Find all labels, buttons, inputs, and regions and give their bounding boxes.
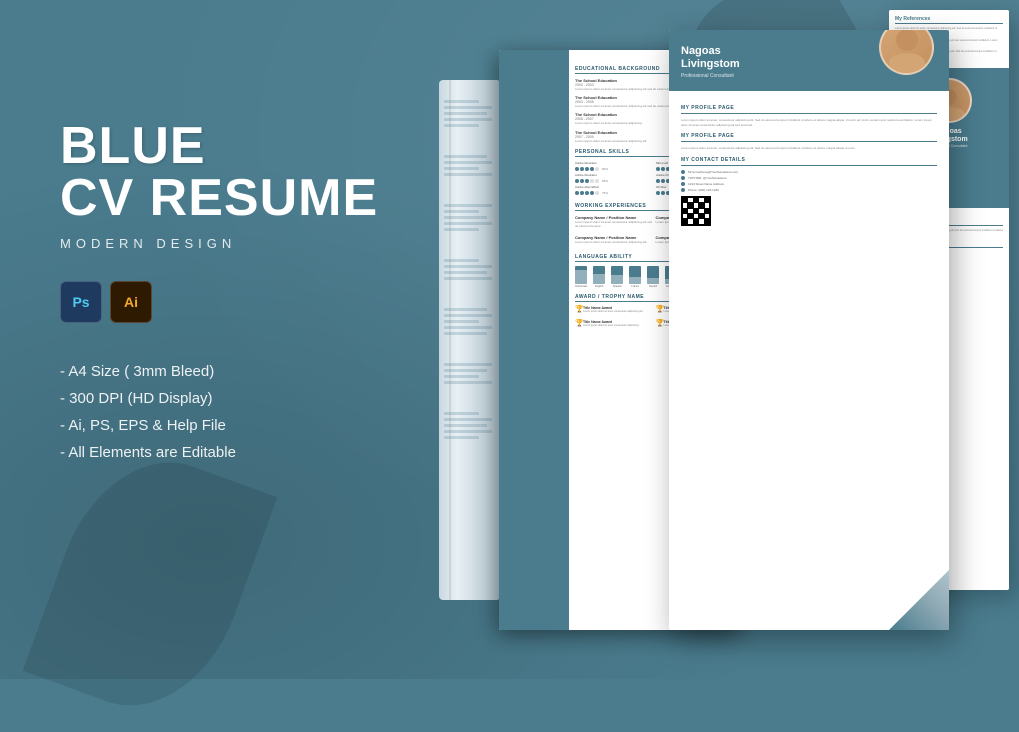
mockup-area: Educational Background The School Educat… (379, 0, 1019, 679)
skill-row-3: Adobe After Effect (575, 185, 652, 189)
award-3: 🏆 Title Name AwardLorem ipsum dolor sit … (575, 320, 653, 328)
skill-row-2: Adobe Illustrator (575, 173, 652, 177)
cv-contact-section: My Contact Details (681, 157, 937, 166)
cv-sidebar (499, 50, 569, 630)
software-badges: Ps Ai (60, 281, 378, 323)
cv-exp-1: Company Name / Position Name Lorem ipsum… (575, 215, 653, 228)
feature-item-3: - Ai, PS, EPS & Help File (60, 417, 378, 434)
roll-text-lines (439, 100, 499, 439)
skill-row-1: Adobe Illustrator (575, 161, 652, 165)
cv-page-right: NagoasLivingstom Professional Consultant… (669, 30, 949, 630)
cv-profile-section: My Profile Page (681, 105, 937, 114)
illustrator-badge: Ai (110, 281, 152, 323)
qr-code (681, 196, 711, 226)
leaf-shadow-bottom (23, 436, 278, 732)
subtitle: MODERN DESIGN (60, 236, 378, 251)
cv-name: NagoasLivingstom (681, 45, 872, 71)
contact-email: Mr.SomeName@YourNameHere.com (681, 170, 937, 174)
paper-roll (439, 80, 499, 600)
contact-twitter: TWITTER: @YourNameHere (681, 176, 937, 180)
award-1: 🏆 Title Name AwardLorem ipsum dolor sit … (575, 306, 653, 314)
paper-roll-inner (439, 80, 499, 600)
title-line2: CV RESUME (60, 172, 378, 224)
cv-right-inner: NagoasLivingstom Professional Consultant… (669, 30, 949, 630)
cv-right-header: NagoasLivingstom Professional Consultant (669, 30, 949, 91)
cv-job-title: Professional Consultant (681, 73, 872, 79)
contact-phone: Phone: (000) 124-1240 (681, 188, 937, 192)
references-title: My References (895, 16, 1003, 24)
feature-item-4: - All Elements are Editable (60, 444, 378, 461)
cv-profile-text-2: Lorem ipsum dolor sit amet, consectetur … (681, 146, 937, 151)
feature-item-1: - A4 Size ( 3mm Bleed) (60, 363, 378, 380)
photoshop-badge: Ps (60, 281, 102, 323)
title-line1: BLUE (60, 120, 378, 172)
cv-profile-section-2: My Profile Page (681, 133, 937, 142)
cv-exp-3: Company Name / Position Name Lorem ipsum… (575, 235, 653, 244)
left-content: BLUE CV RESUME MODERN DESIGN Ps Ai - A4 … (60, 120, 378, 461)
contact-address: 1234 Street Name Address (681, 182, 937, 186)
cv-profile-text: Lorem ipsum dolor sit amet, consectetur … (681, 118, 937, 127)
feature-item-2: - 300 DPI (HD Display) (60, 390, 378, 407)
features-list: - A4 Size ( 3mm Bleed) - 300 DPI (HD Dis… (60, 363, 378, 461)
cv-right-body: My Profile Page Lorem ipsum dolor sit am… (669, 91, 949, 234)
